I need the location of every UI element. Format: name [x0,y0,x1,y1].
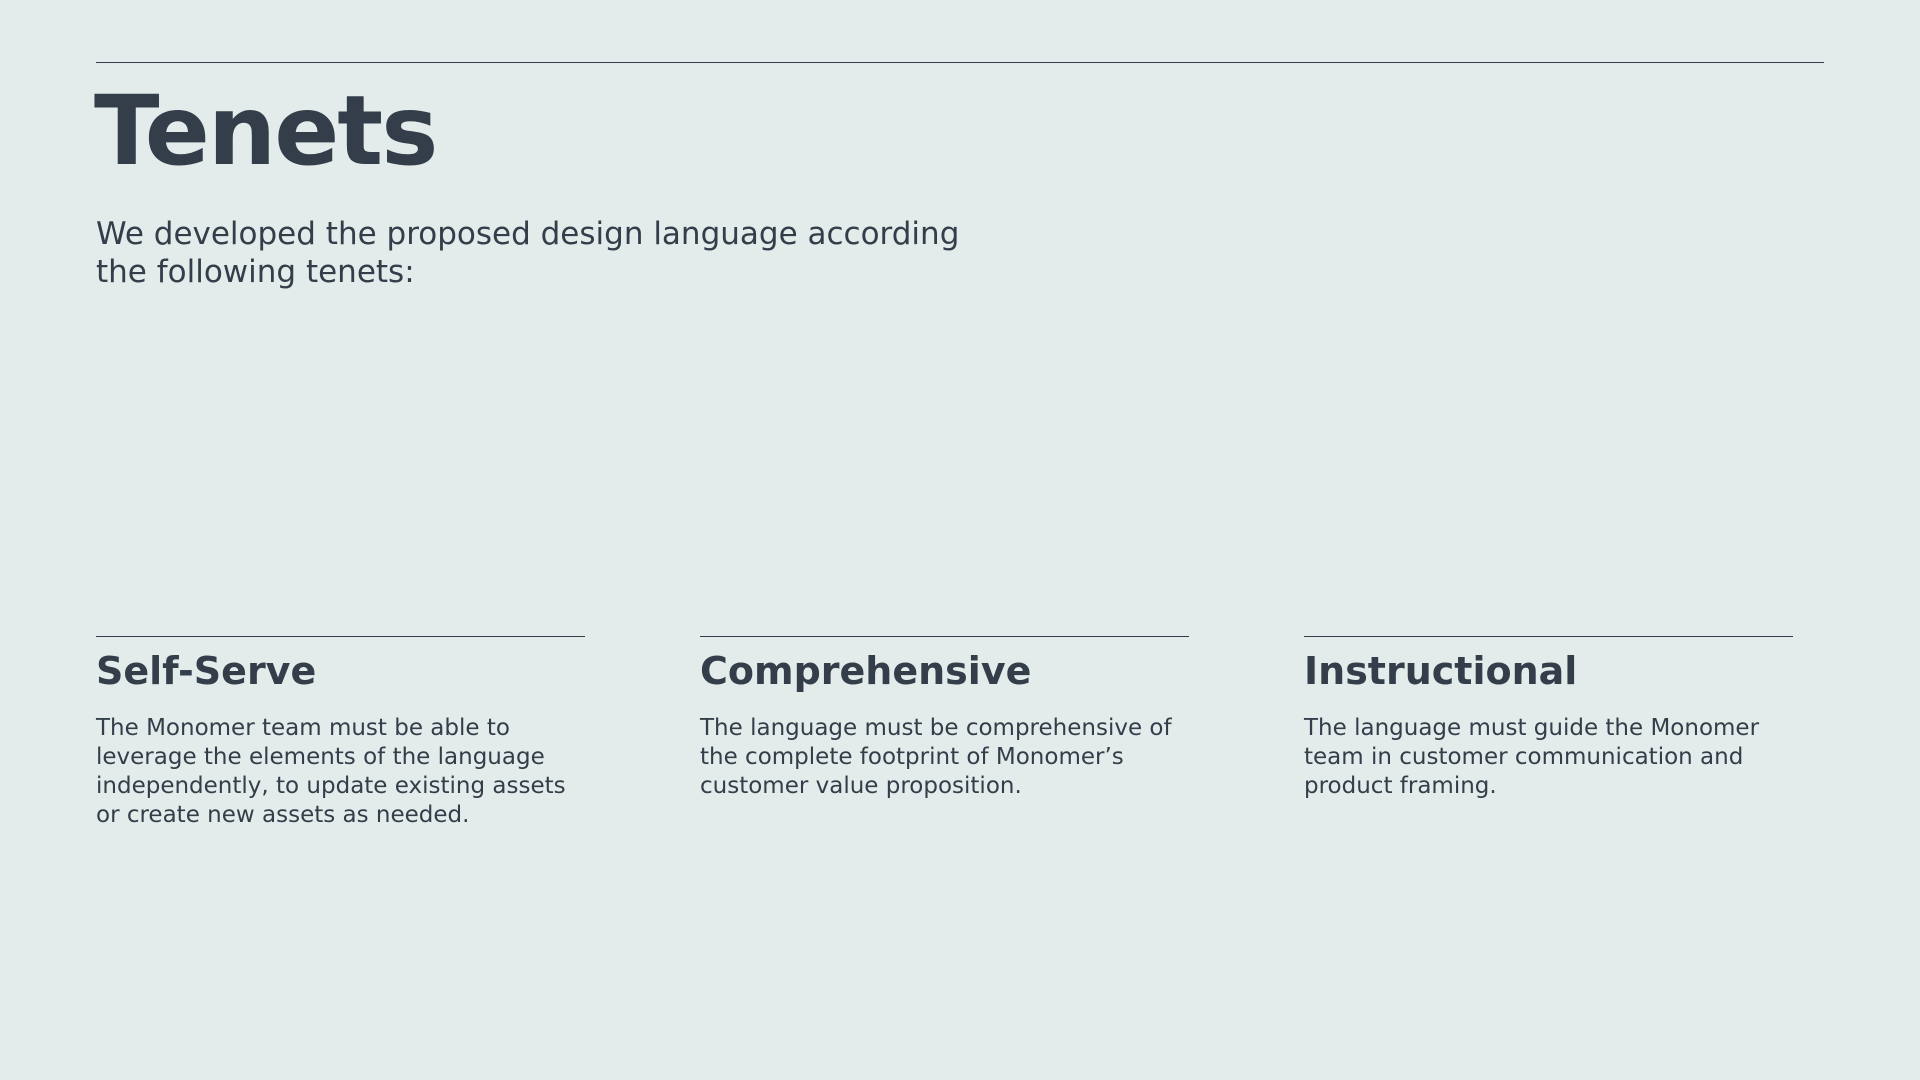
tenet-title: Self-Serve [96,649,317,693]
tenet-description-line: customer value proposition. [700,773,1022,799]
tenet-description-line: independently, to update existing assets [96,773,566,799]
tenets-row: Self-Serve The Monomer team must be able… [96,636,1836,830]
tenet-description: The language must be comprehensive of th… [700,714,1189,801]
tenet-instructional: Instructional The language must guide th… [1304,636,1793,830]
tenet-description-line: leverage the elements of the language [96,744,545,770]
tenet-title: Comprehensive [700,649,1032,693]
tenet-description-line: The language must guide the Monomer [1304,715,1760,741]
header-divider [96,62,1824,63]
tenet-description: The language must guide the Monomer team… [1304,714,1793,801]
tenet-description-line: The Monomer team must be able to [96,715,510,741]
tenet-description-line: product framing. [1304,773,1497,799]
tenet-description-line: The language must be comprehensive of [700,715,1172,741]
tenet-description-line: or create new assets as needed. [96,802,470,828]
tenet-description-line: team in customer communication and [1304,744,1744,770]
tenet-comprehensive: Comprehensive The language must be compr… [700,636,1189,830]
tenet-description-line: the complete footprint of Monomer’s [700,744,1124,770]
intro-text: We developed the proposed design languag… [96,215,976,291]
tenet-title: Instructional [1304,649,1578,693]
tenet-description: The Monomer team must be able to leverag… [96,714,585,830]
intro-line: We developed the proposed design languag… [96,216,960,252]
tenet-self-serve: Self-Serve The Monomer team must be able… [96,636,585,830]
page-title: Tenets [94,75,438,187]
intro-line: the following tenets: [96,254,415,290]
